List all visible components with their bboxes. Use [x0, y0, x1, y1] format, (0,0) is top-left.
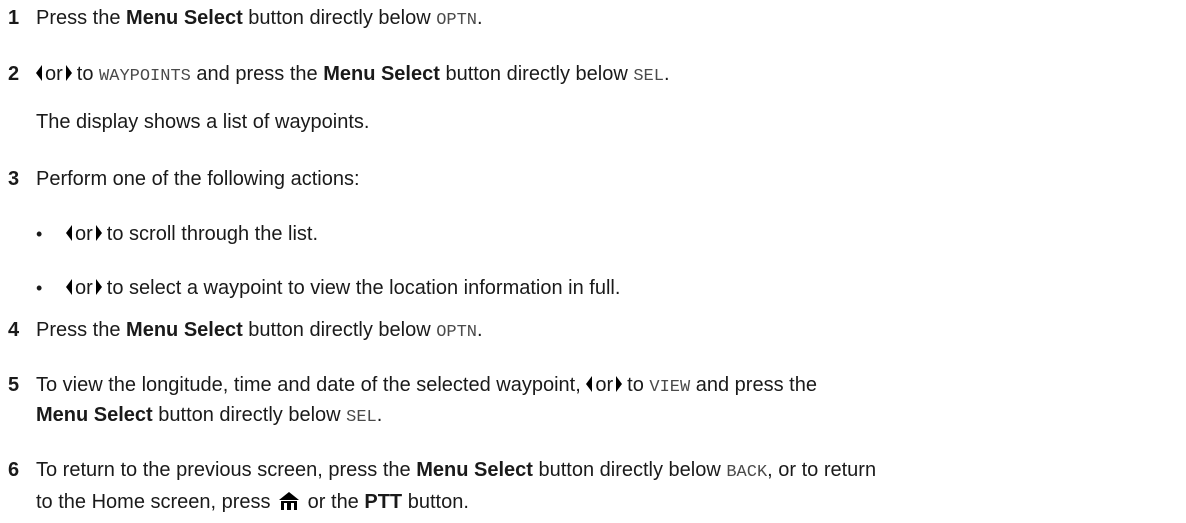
bullet-icon: • [36, 224, 43, 244]
softkey-code: BACK [726, 463, 768, 482]
step-text: or [45, 63, 63, 85]
step-2-note: The display shows a list of waypoints. [36, 111, 370, 133]
step-text: or [595, 374, 614, 396]
step-6: 6 To return to the previous screen, press… [0, 458, 876, 485]
menu-select-label: Menu Select [126, 319, 243, 341]
step-5-continued: Menu Select button directly below SEL. [0, 403, 382, 430]
step-4: 4 Press the Menu Select button directly b… [0, 318, 483, 345]
bullet-item: • or to scroll through the list. [0, 222, 318, 246]
step-text: To return to the previous screen, press … [36, 459, 417, 481]
left-arrow-icon [36, 65, 42, 81]
softkey-code: WAYPOINTS [99, 67, 191, 86]
bullet-text: or [75, 223, 93, 245]
step-number: 1 [8, 7, 20, 29]
left-arrow-icon [66, 225, 72, 241]
step-number: 5 [8, 374, 20, 396]
left-arrow-icon [586, 376, 593, 392]
softkey-code: VIEW [649, 378, 691, 397]
softkey-code: SEL [346, 408, 377, 427]
menu-select-label: Menu Select [416, 459, 533, 481]
step-text: to [627, 374, 650, 396]
step-5: 5 To view the longitude, time and date of… [0, 373, 817, 400]
menu-select-label: Menu Select [36, 404, 153, 426]
step-text: Perform one of the following actions: [36, 168, 360, 190]
home-icon [278, 491, 300, 517]
step-text: to the Home screen, press [36, 491, 277, 513]
step-text: and press the [190, 63, 324, 85]
menu-select-label: Menu Select [126, 7, 243, 29]
step-text: Press the [36, 319, 127, 341]
right-arrow-icon [65, 65, 72, 81]
softkey-code: OPTN [436, 11, 477, 30]
bullet-item: • or to select a waypoint to view the loca… [0, 276, 620, 300]
step-text: To view the longitude, time and date of … [36, 374, 587, 396]
step-text: button directly below [532, 459, 727, 481]
softkey-code: SEL [633, 67, 664, 86]
step-text: . [477, 7, 483, 29]
step-text: . [376, 404, 383, 426]
left-arrow-icon [66, 279, 72, 295]
step-text: , or to return [767, 459, 877, 481]
step-text: button. [402, 491, 469, 513]
step-text: button directly below [242, 319, 437, 341]
step-text: to [76, 63, 100, 85]
ptt-label: PTT [364, 491, 403, 513]
right-arrow-icon [95, 225, 102, 241]
step-6-continued: to the Home screen, press or the PTT but… [0, 490, 469, 517]
step-number: 2 [8, 63, 20, 85]
step-text: and press the [690, 374, 817, 396]
step-text: Press the [36, 7, 127, 29]
step-text: button directly below [152, 404, 347, 426]
step-text: or the [302, 491, 365, 513]
bullet-text: to select a waypoint to view the locatio… [106, 277, 621, 299]
instruction-document: 1 Press the Menu Select button directly b… [0, 0, 1186, 523]
right-arrow-icon [616, 376, 623, 392]
step-2: 2 or to WAYPOINTS and press the Menu Selec… [0, 62, 670, 89]
step-number: 6 [8, 459, 20, 481]
step-number: 4 [8, 319, 20, 341]
step-number: 3 [8, 168, 20, 190]
softkey-code: OPTN [436, 323, 477, 342]
right-arrow-icon [95, 279, 102, 295]
step-text: button directly below [439, 63, 634, 85]
step-3: 3 Perform one of the following actions: [0, 167, 360, 191]
menu-select-label: Menu Select [323, 63, 440, 85]
step-text: button directly below [242, 7, 437, 29]
bullet-text: to scroll through the list. [106, 223, 319, 245]
bullet-icon: • [36, 278, 43, 298]
step-text: . [663, 63, 670, 85]
bullet-text: or [75, 277, 93, 299]
step-text: . [477, 319, 483, 341]
step-1: 1 Press the Menu Select button directly b… [0, 6, 483, 33]
